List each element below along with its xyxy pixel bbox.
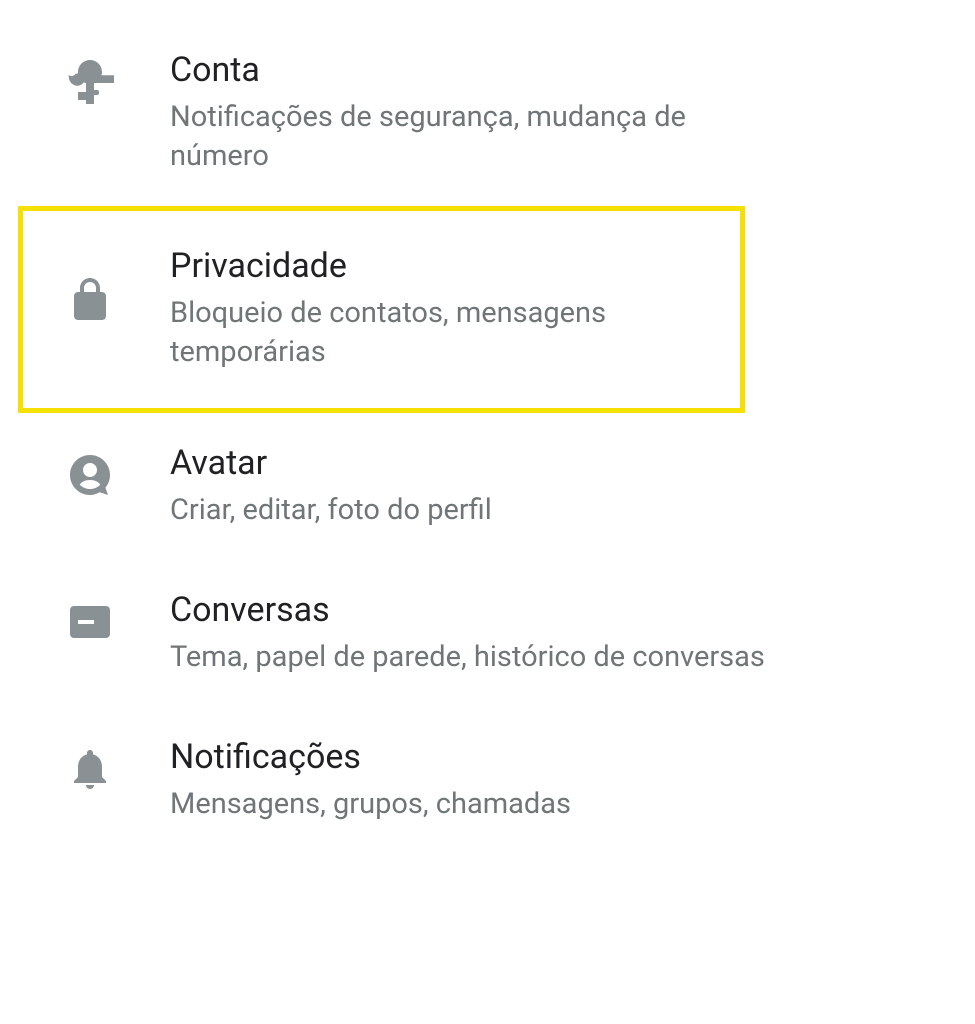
settings-item-chats[interactable]: Conversas Tema, papel de parede, históri… (0, 560, 975, 707)
settings-list: Conta Notificações de segurança, mudança… (0, 20, 975, 854)
settings-item-text: Conversas Tema, papel de parede, históri… (170, 590, 935, 677)
settings-item-title: Avatar (170, 443, 935, 483)
settings-item-description: Mensagens, grupos, chamadas (170, 785, 790, 824)
settings-item-text: Conta Notificações de segurança, mudança… (170, 50, 935, 176)
settings-item-description: Criar, editar, foto do perfil (170, 491, 790, 530)
chat-icon (60, 598, 120, 646)
settings-item-notifications[interactable]: Notificações Mensagens, grupos, chamadas (0, 707, 975, 854)
settings-item-text: Privacidade Bloqueio de contatos, mensag… (170, 246, 700, 372)
settings-item-title: Conversas (170, 590, 935, 630)
settings-item-account[interactable]: Conta Notificações de segurança, mudança… (0, 20, 975, 206)
settings-item-text: Avatar Criar, editar, foto do perfil (170, 443, 935, 530)
settings-item-title: Privacidade (170, 246, 700, 286)
lock-icon (60, 276, 120, 324)
settings-item-description: Notificações de segurança, mudança de nú… (170, 98, 790, 176)
settings-item-description: Bloqueio de contatos, mensagens temporár… (170, 294, 700, 372)
settings-item-avatar[interactable]: Avatar Criar, editar, foto do perfil (0, 413, 975, 560)
settings-item-title: Conta (170, 50, 935, 90)
bell-icon (60, 745, 120, 793)
key-icon (60, 58, 120, 106)
settings-item-privacy[interactable]: Privacidade Bloqueio de contatos, mensag… (18, 206, 745, 412)
settings-item-title: Notificações (170, 737, 935, 777)
settings-item-description: Tema, papel de parede, histórico de conv… (170, 638, 790, 677)
settings-item-text: Notificações Mensagens, grupos, chamadas (170, 737, 935, 824)
avatar-icon (60, 451, 120, 499)
